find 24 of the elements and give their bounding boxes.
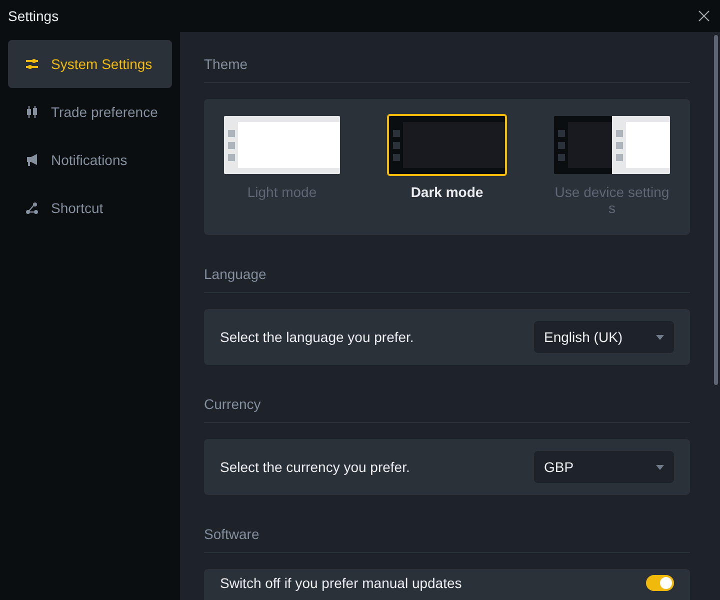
- section-title: Theme: [204, 32, 690, 83]
- nodes-icon: [25, 202, 39, 214]
- sidebar-item[interactable]: Trade preference: [8, 88, 172, 136]
- setting-label: Select the language you prefer.: [220, 329, 414, 345]
- sidebar-item[interactable]: System Settings: [8, 40, 172, 88]
- caret-icon: [656, 464, 664, 470]
- dropdown[interactable]: English (UK): [534, 321, 674, 353]
- sidebar-item[interactable]: Shortcut: [8, 184, 172, 232]
- dropdown[interactable]: GBP: [534, 451, 674, 483]
- scrollbar[interactable]: [714, 35, 718, 385]
- theme-option[interactable]: Dark mode: [385, 114, 509, 216]
- megaphone-icon: [25, 154, 39, 166]
- section-title: Currency: [204, 372, 690, 423]
- setting-label: Switch off if you prefer manual updates: [220, 575, 462, 591]
- sidebar-item[interactable]: Notifications: [8, 136, 172, 184]
- window-title: Settings: [8, 8, 59, 24]
- section-title: Language: [204, 242, 690, 293]
- caret-icon: [656, 334, 664, 340]
- candlestick-icon: [25, 106, 39, 118]
- setting-label: Select the currency you prefer.: [220, 459, 410, 475]
- close-icon[interactable]: [698, 10, 710, 22]
- sliders-icon: [25, 58, 39, 70]
- toggle-switch[interactable]: [646, 575, 674, 591]
- section-title: Software: [204, 502, 690, 553]
